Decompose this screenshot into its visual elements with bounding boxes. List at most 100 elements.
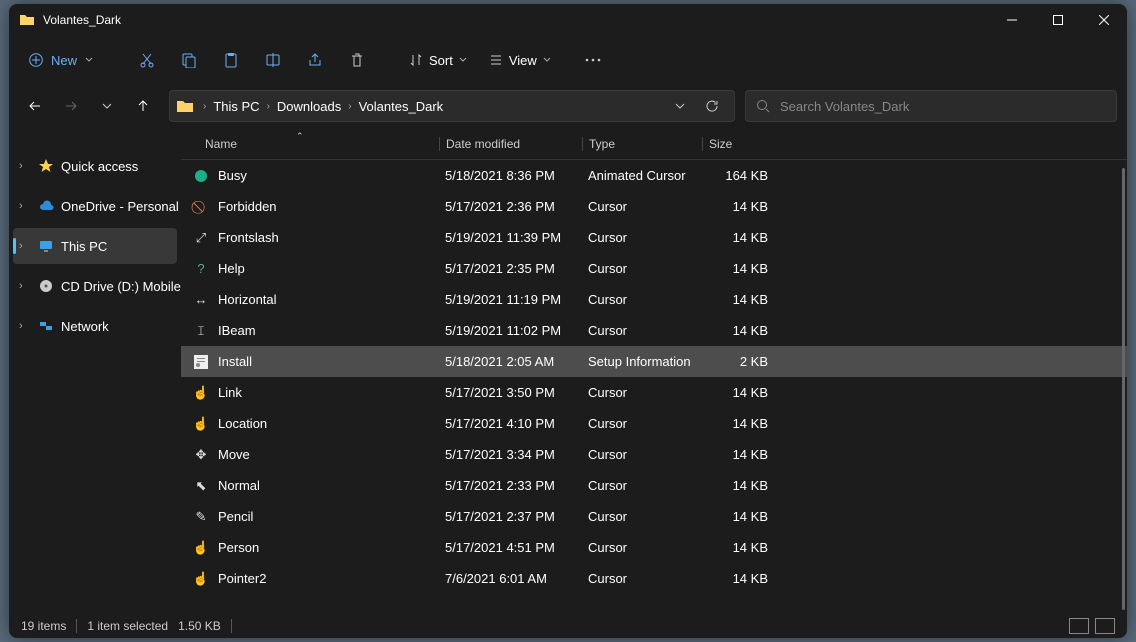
file-size: 14 KB [702, 230, 778, 245]
breadcrumb[interactable]: Downloads [273, 99, 345, 114]
column-size[interactable]: Size [702, 137, 778, 151]
tiles-view-button[interactable] [1095, 618, 1115, 634]
file-size: 14 KB [702, 323, 778, 338]
chevron-right-icon[interactable]: › [19, 240, 31, 252]
file-type: Cursor [582, 261, 702, 276]
file-size: 14 KB [702, 199, 778, 214]
chevron-right-icon[interactable]: › [345, 101, 354, 112]
copy-button[interactable] [169, 42, 209, 78]
more-button[interactable] [573, 42, 613, 78]
share-icon [307, 52, 323, 68]
share-button[interactable] [295, 42, 335, 78]
chevron-right-icon[interactable]: › [19, 160, 31, 172]
file-type: Cursor [582, 323, 702, 338]
file-row[interactable]: ☝Person5/17/2021 4:51 PMCursor14 KB [181, 532, 1127, 563]
new-button[interactable]: New [17, 47, 105, 74]
back-button[interactable] [19, 90, 51, 122]
file-name: Horizontal [218, 292, 277, 307]
file-row[interactable]: Busy5/18/2021 8:36 PMAnimated Cursor164 … [181, 160, 1127, 191]
sort-indicator-icon: ⌃ [296, 131, 304, 142]
breadcrumb[interactable]: This PC [209, 99, 263, 114]
file-row[interactable]: ☝Location5/17/2021 4:10 PMCursor14 KB [181, 408, 1127, 439]
file-row[interactable]: 𝙸IBeam5/19/2021 11:02 PMCursor14 KB [181, 315, 1127, 346]
trash-icon [349, 52, 365, 68]
window-title: Volantes_Dark [43, 13, 121, 27]
sort-menu[interactable]: Sort [399, 53, 477, 68]
status-selected: 1 item selected [87, 619, 168, 633]
sidebar-label: This PC [61, 239, 107, 254]
sidebar-icon [38, 318, 54, 334]
close-button[interactable] [1081, 4, 1127, 36]
chevron-right-icon[interactable]: › [264, 101, 273, 112]
folder-icon [176, 98, 194, 114]
file-date: 5/18/2021 2:05 AM [439, 354, 582, 369]
file-name: Frontslash [218, 230, 279, 245]
file-size: 2 KB [702, 354, 778, 369]
view-icon [489, 53, 503, 67]
scrollbar[interactable] [1122, 168, 1125, 610]
file-row[interactable]: ⤢Frontslash5/19/2021 11:39 PMCursor14 KB [181, 222, 1127, 253]
file-name: Forbidden [218, 199, 277, 214]
address-dropdown[interactable] [664, 90, 696, 122]
file-row[interactable]: ⃠Forbidden5/17/2021 2:36 PMCursor14 KB [181, 191, 1127, 222]
details-view-button[interactable] [1069, 618, 1089, 634]
sidebar-item-cd-drive-d-mobile[interactable]: ›CD Drive (D:) Mobile [9, 268, 181, 304]
file-row[interactable]: ⬉Normal5/17/2021 2:33 PMCursor14 KB [181, 470, 1127, 501]
refresh-button[interactable] [696, 90, 728, 122]
file-type: Cursor [582, 199, 702, 214]
file-row[interactable]: Install5/18/2021 2:05 AMSetup Informatio… [181, 346, 1127, 377]
file-row[interactable]: ☝Link5/17/2021 3:50 PMCursor14 KB [181, 377, 1127, 408]
sidebar-item-this-pc[interactable]: › This PC [13, 228, 177, 264]
search-box[interactable]: Search Volantes_Dark [745, 90, 1117, 122]
view-menu[interactable]: View [479, 53, 561, 68]
column-date[interactable]: Date modified [439, 137, 582, 151]
address-bar[interactable]: › This PC › Downloads › Volantes_Dark [169, 90, 735, 122]
file-size: 14 KB [702, 416, 778, 431]
chevron-right-icon[interactable]: › [19, 280, 31, 292]
paste-button[interactable] [211, 42, 251, 78]
forward-button[interactable] [55, 90, 87, 122]
file-pane: Name⌃ Date modified Type Size Busy5/18/2… [181, 128, 1127, 614]
column-name[interactable]: Name⌃ [181, 137, 439, 151]
ellipsis-icon [585, 58, 601, 62]
file-type: Cursor [582, 478, 702, 493]
maximize-button[interactable] [1035, 4, 1081, 36]
minimize-button[interactable] [989, 4, 1035, 36]
chevron-right-icon[interactable]: › [200, 101, 209, 112]
up-button[interactable] [127, 90, 159, 122]
cut-icon [139, 52, 155, 68]
file-row[interactable]: ☝Pointer27/6/2021 6:01 AMCursor14 KB [181, 563, 1127, 594]
file-type: Cursor [582, 230, 702, 245]
file-type: Cursor [582, 447, 702, 462]
explorer-window: Volantes_Dark New Sort View [9, 4, 1127, 638]
file-name: Pointer2 [218, 571, 266, 586]
status-bar: 19 items 1 item selected 1.50 KB [9, 614, 1127, 638]
sidebar-item-network[interactable]: ›Network [9, 308, 181, 344]
sidebar-label: OneDrive - Personal [61, 199, 179, 214]
sidebar-item-quick-access[interactable]: ›Quick access [9, 148, 181, 184]
rename-icon [265, 52, 281, 68]
file-row[interactable]: ↔Horizontal5/19/2021 11:19 PMCursor14 KB [181, 284, 1127, 315]
sidebar-item-onedrive-personal[interactable]: › OneDrive - Personal [9, 188, 181, 224]
delete-button[interactable] [337, 42, 377, 78]
titlebar[interactable]: Volantes_Dark [9, 4, 1127, 36]
file-name: Link [218, 385, 242, 400]
chevron-down-icon [543, 56, 551, 64]
sidebar-icon [38, 158, 54, 174]
chevron-down-icon [459, 56, 467, 64]
file-row[interactable]: ✎Pencil5/17/2021 2:37 PMCursor14 KB [181, 501, 1127, 532]
column-type[interactable]: Type [582, 137, 702, 151]
file-type: Cursor [582, 416, 702, 431]
rename-button[interactable] [253, 42, 293, 78]
breadcrumb[interactable]: Volantes_Dark [355, 99, 448, 114]
chevron-right-icon[interactable]: › [19, 320, 31, 332]
plus-circle-icon [29, 53, 43, 67]
chevron-right-icon[interactable]: › [19, 200, 31, 212]
file-date: 5/17/2021 4:51 PM [439, 540, 582, 555]
file-row[interactable]: ?Help5/17/2021 2:35 PMCursor14 KB [181, 253, 1127, 284]
sidebar-icon [38, 198, 54, 214]
cut-button[interactable] [127, 42, 167, 78]
file-row[interactable]: ✥Move5/17/2021 3:34 PMCursor14 KB [181, 439, 1127, 470]
recent-button[interactable] [91, 90, 123, 122]
file-name: Move [218, 447, 250, 462]
